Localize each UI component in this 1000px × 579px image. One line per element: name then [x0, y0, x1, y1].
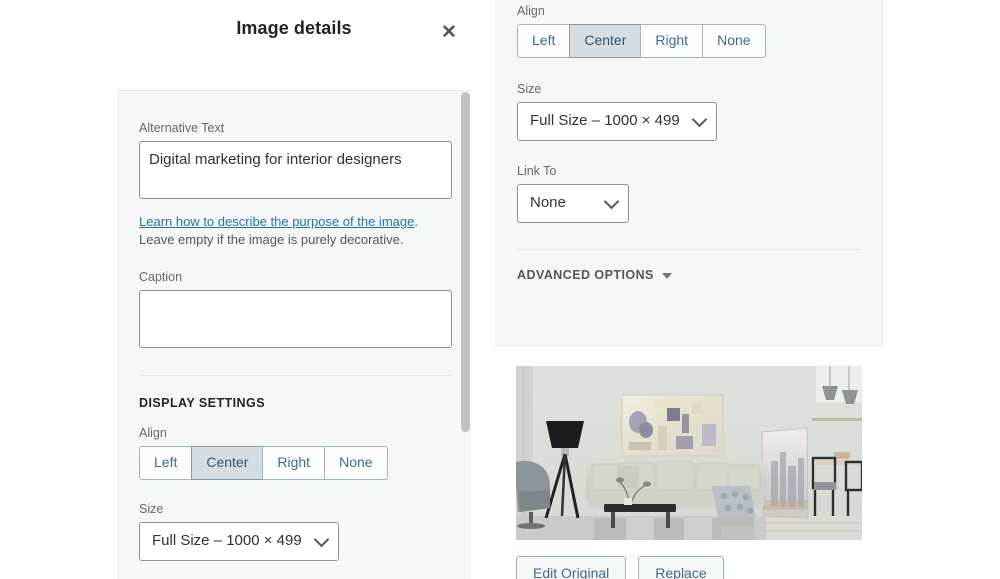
size-select[interactable]: Full Size – 1000 × 499	[139, 521, 339, 561]
size-select-value: Full Size – 1000 × 499	[139, 521, 339, 561]
align-button-group: Left Center Right None	[139, 445, 439, 480]
align-option-right[interactable]: Right	[262, 445, 325, 480]
image-actions: Edit Original Replace	[516, 556, 724, 579]
display-settings-heading: DISPLAY SETTINGS	[139, 395, 265, 410]
align-option-left[interactable]: Left	[139, 445, 192, 480]
form-scrollbar[interactable]	[458, 91, 471, 579]
link-to-select[interactable]: None	[517, 183, 629, 223]
settings-align-label: Align	[517, 4, 545, 18]
settings-align-option-left[interactable]: Left	[517, 24, 570, 58]
link-to-label: Link To	[517, 163, 557, 178]
settings-align-button-group: Left Center Right None	[517, 24, 860, 58]
align-option-center[interactable]: Center	[191, 445, 263, 480]
settings-size-select-value: Full Size – 1000 × 499	[517, 101, 717, 141]
edit-original-button[interactable]: Edit Original	[516, 556, 627, 579]
settings-align-field-group: Align Left Center Right None	[517, 0, 860, 58]
alt-text-help-link[interactable]: Learn how to describe the purpose of the…	[139, 214, 414, 229]
align-label: Align	[139, 425, 167, 440]
caption-label: Caption	[139, 269, 183, 284]
alt-text-input[interactable]	[139, 141, 452, 199]
settings-divider	[517, 248, 861, 250]
advanced-options-label: ADVANCED OPTIONS	[517, 267, 654, 282]
alt-text-label: Alternative Text	[139, 121, 225, 135]
alt-text-help: Learn how to describe the purpose of the…	[139, 213, 451, 250]
page-title: Image details	[236, 18, 352, 38]
size-field-group: Size Full Size – 1000 × 499	[139, 502, 439, 561]
form-scrollbar-thumb[interactable]	[461, 92, 470, 432]
image-preview[interactable]	[516, 366, 862, 540]
advanced-options-toggle[interactable]: ADVANCED OPTIONS	[517, 268, 860, 282]
settings-align-option-none[interactable]: None	[702, 24, 766, 58]
form-divider	[139, 374, 452, 376]
settings-size-select[interactable]: Full Size – 1000 × 499	[517, 101, 717, 141]
caret-down-icon	[661, 272, 672, 279]
image-settings-panel: Align Left Center Right None Size Full S…	[495, 0, 883, 346]
settings-size-field-group: Size Full Size – 1000 × 499	[517, 82, 860, 141]
align-option-none[interactable]: None	[324, 445, 388, 480]
link-to-select-value: None	[517, 183, 629, 223]
close-icon[interactable]: ✕	[436, 20, 462, 44]
size-label: Size	[139, 501, 164, 516]
caption-field-group: Caption	[139, 269, 452, 353]
replace-button[interactable]: Replace	[638, 556, 724, 579]
settings-size-label: Size	[517, 81, 542, 96]
settings-align-option-center[interactable]: Center	[569, 24, 641, 58]
caption-input[interactable]	[139, 289, 452, 348]
image-details-modal: Image details ✕ Alternative Text Learn h…	[0, 0, 1000, 579]
align-field-group: Align Left Center Right None	[139, 426, 439, 480]
settings-align-option-right[interactable]: Right	[640, 24, 703, 58]
alt-text-field-group: Alternative Text Learn how to describe t…	[139, 121, 452, 250]
image-details-form-panel: Alternative Text Learn how to describe t…	[118, 90, 471, 579]
link-to-field-group: Link To None	[517, 164, 860, 223]
